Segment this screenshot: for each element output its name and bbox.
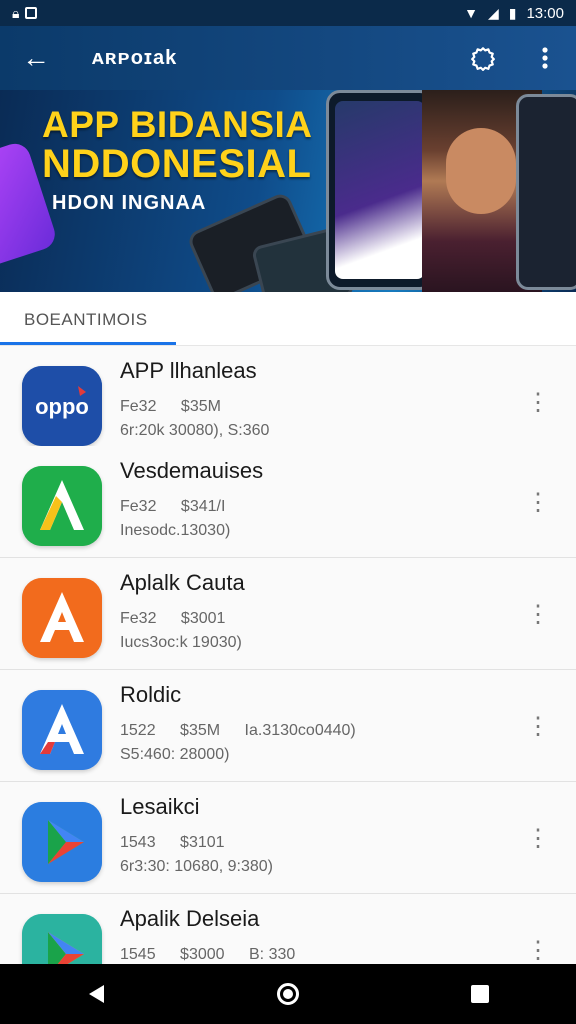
tab-indicator: [0, 342, 176, 345]
more-vert-svg: [542, 47, 548, 69]
app-meta: Fe32 $35M: [120, 398, 241, 416]
nav-back-button[interactable]: [56, 964, 136, 1024]
app-extra: Ia.3130co0440): [244, 722, 356, 739]
app-meta: Fe32 $3001: [120, 610, 245, 628]
list-item[interactable]: oppo APP llhanleas Fe32 $35M 6r:20k 3008…: [0, 346, 576, 458]
person-face: [446, 128, 516, 214]
app-name: Vesdemauises: [120, 458, 264, 483]
tab-active[interactable]: BOEANTIMOIS: [24, 310, 148, 330]
list-item[interactable]: Apalik Delseia 1545 $3000 B: 330 ⋮: [0, 894, 576, 964]
blue-a-icon: [22, 690, 102, 770]
back-icon: [88, 985, 104, 1003]
app-title: ᴀʀᴘoɪak: [92, 46, 178, 69]
app-meta: 1522 $35M Ia.3130co0440): [120, 722, 376, 740]
more-vert-icon[interactable]: ⋮: [522, 706, 554, 746]
signal-icon: ◢: [487, 5, 499, 21]
app-bar: ← ᴀʀᴘoɪak: [0, 26, 576, 90]
phone-main-illustration: [326, 90, 434, 290]
app-detail2: B: 330: [249, 946, 296, 963]
app-bar-actions: [452, 26, 576, 90]
app-detail: Iucs3oc:k 19030): [120, 634, 242, 651]
app-size: Fe32: [120, 610, 157, 627]
more-vert-icon[interactable]: ⋮: [522, 594, 554, 634]
list-item[interactable]: Aplalk Cauta Fe32 $3001 Iucs3oc:k 19030)…: [0, 558, 576, 670]
app-name: Apalik Delseia: [120, 906, 260, 931]
app-name: Roldic: [120, 682, 182, 707]
battery-icon: ▮: [508, 5, 517, 21]
play-svg: [22, 802, 102, 882]
app-size: Fe32: [120, 498, 157, 515]
blue-a-svg: [22, 690, 102, 770]
app-name: Lesaikci: [120, 794, 200, 819]
settings-gear-icon[interactable]: [452, 26, 514, 90]
green-a-icon: [22, 466, 102, 546]
back-arrow-icon[interactable]: ←: [0, 26, 72, 90]
app-detail: S5:460: 28000): [120, 746, 230, 763]
app-meta: 1543 $3101: [120, 834, 245, 852]
more-vert-icon[interactable]: ⋮: [522, 382, 554, 422]
phone-screen: [335, 101, 425, 279]
oppo-svg: oppo: [22, 366, 102, 446]
app-name: Aplalk Cauta: [120, 570, 245, 595]
app-size: 1545: [120, 946, 156, 963]
status-bar: 🔒︎ ▼ ◢ ▮ 13:00: [0, 0, 576, 26]
app-size: Fe32: [120, 398, 157, 415]
app-detail: 6r3:30: 10680, 9:380): [120, 858, 274, 875]
lock-icon: 🔒︎: [12, 5, 20, 21]
app-meta: Fe32 $341/I: [120, 498, 245, 516]
list-item[interactable]: Lesaikci 1543 $3101 6r3:30: 10680, 9:380…: [0, 782, 576, 894]
app-detail: 6r:20k 30080), S:360: [120, 422, 270, 439]
status-right: ▼ ◢ ▮ 13:00: [464, 5, 564, 22]
app-price: $35M: [180, 722, 221, 739]
more-vert-icon[interactable]: ⋮: [522, 818, 554, 858]
recents-icon: [471, 985, 489, 1003]
play-store-icon: [22, 802, 102, 882]
green-a-svg: [22, 466, 102, 546]
wifi-icon: ▼: [464, 5, 478, 21]
hero-title-line1: APP BIDANSIA: [42, 104, 313, 145]
app-name: APP llhanleas: [120, 358, 257, 383]
image-icon: [25, 7, 38, 19]
gear-svg: [471, 47, 495, 71]
app-price: $35M: [180, 398, 221, 415]
app-size: 1522: [120, 722, 156, 739]
more-vert-icon[interactable]: ⋮: [522, 930, 554, 964]
nav-home-button[interactable]: [248, 964, 328, 1024]
system-nav-bar: [0, 964, 576, 1024]
app-price: $3000: [180, 946, 225, 963]
hero-subtitle: HDON INGNAA: [52, 192, 207, 214]
app-price: $3101: [180, 834, 225, 851]
app-list: oppo APP llhanleas Fe32 $35M 6r:20k 3008…: [0, 346, 576, 964]
app-size: 1543: [120, 834, 156, 851]
hero-title-line2: NDDONESIAL: [42, 142, 312, 186]
home-icon: [277, 983, 299, 1005]
hero-banner[interactable]: APP BIDANSIA NDDONESIAL HDON INGNAA: [0, 90, 576, 292]
more-vert-icon[interactable]: ⋮: [522, 482, 554, 522]
app-price: $3001: [180, 610, 226, 627]
app-detail: Inesodc.13030): [120, 522, 231, 539]
play-svg-2: [22, 914, 102, 964]
play-store-icon: [22, 914, 102, 964]
list-item[interactable]: Roldic 1522 $35M Ia.3130co0440) S5:460: …: [0, 670, 576, 782]
app-price: $341/I: [180, 498, 226, 515]
tab-bar: BOEANTIMOIS: [0, 292, 576, 346]
orange-a-icon: [22, 578, 102, 658]
nav-recents-button[interactable]: [440, 964, 520, 1024]
phone-right-illustration: [516, 94, 576, 290]
status-left: 🔒︎: [12, 5, 38, 21]
status-time: 13:00: [526, 4, 564, 22]
more-vert-icon[interactable]: [514, 26, 576, 90]
app-meta: 1545 $3000 B: 330: [120, 946, 315, 964]
list-item[interactable]: Vesdemauises Fe32 $341/I Inesodc.13030) …: [0, 446, 576, 558]
oppo-logo-icon: oppo: [22, 366, 102, 446]
orange-a-svg: [22, 578, 102, 658]
svg-text:oppo: oppo: [35, 394, 89, 419]
